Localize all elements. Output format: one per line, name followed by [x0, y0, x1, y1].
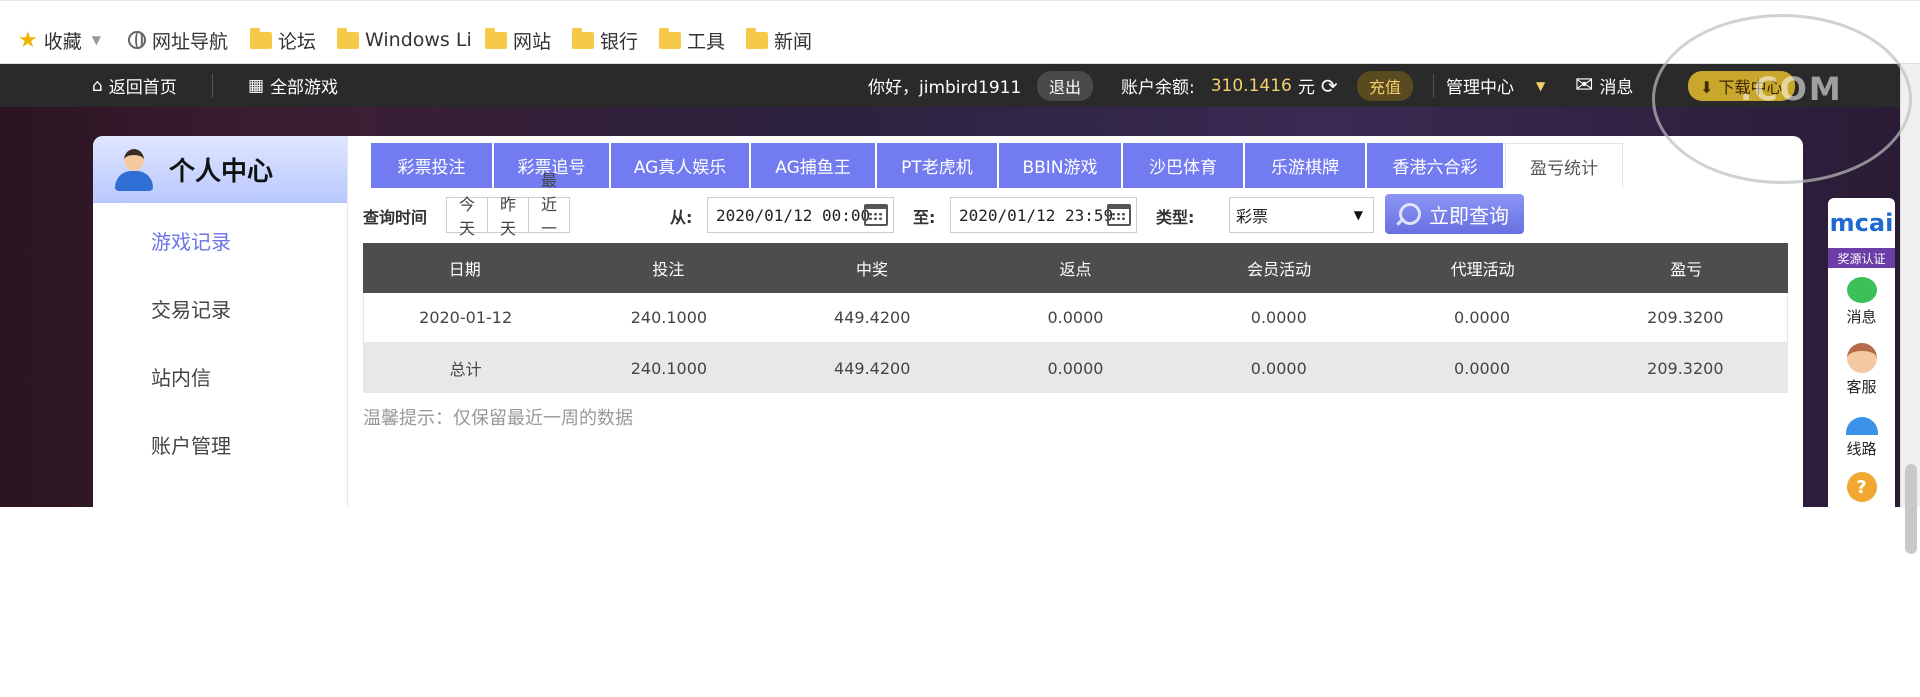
- query-button[interactable]: 立即查询: [1385, 194, 1524, 234]
- mail-icon: ✉: [1575, 73, 1594, 98]
- bookmark-bar: ★ 收藏 ▼ 网址导航 论坛 Windows Li 网站 银行 工具 新闻: [0, 0, 1920, 64]
- tab-ag-live[interactable]: AG真人娱乐: [611, 143, 749, 188]
- table-row: 2020-01-12 240.1000 449.4200 0.0000 0.00…: [363, 293, 1788, 343]
- folder-icon: [659, 27, 681, 49]
- range-yesterday-button[interactable]: 昨天: [488, 195, 530, 238]
- calendar-icon[interactable]: [1107, 204, 1131, 226]
- divider: [212, 74, 213, 98]
- top-nav: ⌂ 返回首页 ▦ 全部游戏 你好，jimbird1911 退出 账户余额: 31…: [0, 64, 1900, 107]
- home-link[interactable]: ⌂ 返回首页: [92, 64, 177, 107]
- sidebar-header: 个人中心: [93, 136, 347, 203]
- home-icon: ⌂: [92, 75, 103, 96]
- folder-icon: [250, 27, 272, 49]
- dropdown-arrow-icon: ▼: [1353, 208, 1363, 222]
- calendar-icon[interactable]: [864, 204, 888, 226]
- table-header: 日期 投注 中奖 返点 会员活动 代理活动 盈亏: [363, 243, 1788, 293]
- date-from-input[interactable]: 2020/01/12 00:00: [707, 197, 894, 233]
- bookmark-favorites[interactable]: ★ 收藏 ▼: [18, 23, 101, 57]
- tab-profit-stats[interactable]: 盈亏统计: [1505, 143, 1623, 188]
- bookmark-folder[interactable]: 工具: [659, 23, 725, 57]
- bookmark-folder[interactable]: Windows Li: [337, 23, 472, 57]
- chat-bubble-icon: [1846, 277, 1877, 303]
- tab-ag-fishing[interactable]: AG捕鱼王: [751, 143, 875, 188]
- sidebar-item-inbox[interactable]: 站内信: [151, 362, 211, 391]
- support-agent-icon: [1846, 343, 1877, 373]
- profit-table: 日期 投注 中奖 返点 会员活动 代理活动 盈亏 2020-01-12 240.…: [363, 243, 1788, 393]
- sidebar-item-account[interactable]: 账户管理: [151, 430, 231, 459]
- chevron-down-icon: ▼: [91, 33, 101, 47]
- tab-bar: 彩票投注 彩票追号 AG真人娱乐 AG捕鱼王 PT老虎机 BBIN游戏 沙巴体育…: [371, 143, 1623, 188]
- refresh-icon[interactable]: ⟳: [1321, 74, 1338, 98]
- range-today-button[interactable]: 今天: [447, 195, 489, 238]
- watermark-text: .COM: [1740, 70, 1843, 108]
- all-games-link[interactable]: ▦ 全部游戏: [248, 64, 338, 107]
- float-routes-button[interactable]: 线路: [1828, 404, 1895, 472]
- scrollbar[interactable]: [1900, 64, 1920, 554]
- divider: [1433, 74, 1434, 98]
- grid-icon: ▦: [248, 75, 265, 96]
- date-to-input[interactable]: 2020/01/12 23:59: [950, 197, 1137, 233]
- range-week-button[interactable]: 最近一周: [529, 171, 569, 262]
- help-icon: ?: [1846, 472, 1877, 502]
- star-icon: ★: [18, 27, 38, 53]
- folder-icon: [572, 27, 594, 49]
- tab-pt-slots[interactable]: PT老虎机: [877, 143, 997, 188]
- tab-lottery-bet[interactable]: 彩票投注: [371, 143, 492, 188]
- user-avatar-icon: [115, 148, 153, 191]
- floating-service-panel: mcai 奖源认证 消息 客服 线路 ?: [1828, 198, 1895, 507]
- float-support-button[interactable]: 客服: [1828, 336, 1895, 404]
- caret-down-icon: ▼: [1536, 78, 1546, 93]
- sidebar-item-game-records[interactable]: 游戏记录: [151, 226, 231, 255]
- bookmark-nav[interactable]: 网址导航: [128, 23, 228, 57]
- bookmark-folder[interactable]: 银行: [572, 23, 638, 57]
- quick-range-group: 今天 昨天 最近一周: [446, 171, 571, 262]
- balance-value: 310.1416: [1210, 75, 1292, 96]
- float-help-button[interactable]: ?: [1828, 472, 1895, 507]
- logout-button[interactable]: 退出: [1037, 64, 1094, 107]
- tab-leyou-chess[interactable]: 乐游棋牌: [1245, 143, 1365, 188]
- type-select[interactable]: 彩票 ▼: [1229, 197, 1374, 233]
- greeting: 你好，jimbird1911: [868, 78, 1022, 98]
- tab-saba-sports[interactable]: 沙巴体育: [1123, 143, 1243, 188]
- certification-badge: 奖源认证: [1828, 248, 1895, 268]
- data-retention-hint: 温馨提示：仅保留最近一周的数据: [363, 408, 633, 429]
- search-icon: [1399, 203, 1421, 225]
- bookmark-folder[interactable]: 论坛: [250, 23, 316, 57]
- tab-bbin[interactable]: BBIN游戏: [999, 143, 1121, 188]
- mcai-logo: mcai: [1829, 209, 1894, 237]
- admin-menu[interactable]: 管理中心 ▼: [1446, 64, 1545, 107]
- sidebar-item-transactions[interactable]: 交易记录: [151, 294, 231, 323]
- tab-hk-mark-six[interactable]: 香港六合彩: [1367, 143, 1503, 188]
- globe-icon: [128, 31, 146, 49]
- sidebar: 个人中心 游戏记录 交易记录 站内信 账户管理: [93, 136, 348, 507]
- folder-icon: [746, 27, 768, 49]
- personal-center-card: 个人中心 游戏记录 交易记录 站内信 账户管理 彩票投注 彩票追号 AG真人娱乐…: [93, 136, 1803, 507]
- float-messages-button[interactable]: 消息: [1828, 268, 1895, 336]
- balance: 账户余额: 310.1416 元 ⟳: [1121, 73, 1338, 99]
- messages-link[interactable]: ✉ 消息: [1575, 64, 1633, 107]
- folder-icon: [485, 27, 507, 49]
- speedometer-icon: [1845, 417, 1878, 435]
- recharge-button[interactable]: 充值: [1357, 64, 1414, 107]
- bookmark-folder[interactable]: 新闻: [746, 23, 812, 57]
- table-total-row: 总计 240.1000 449.4200 0.0000 0.0000 0.000…: [363, 343, 1788, 393]
- sidebar-title: 个人中心: [169, 157, 274, 187]
- folder-icon: [337, 27, 359, 49]
- bookmark-folder[interactable]: 网站: [485, 23, 551, 57]
- scrollbar-thumb[interactable]: [1905, 464, 1917, 554]
